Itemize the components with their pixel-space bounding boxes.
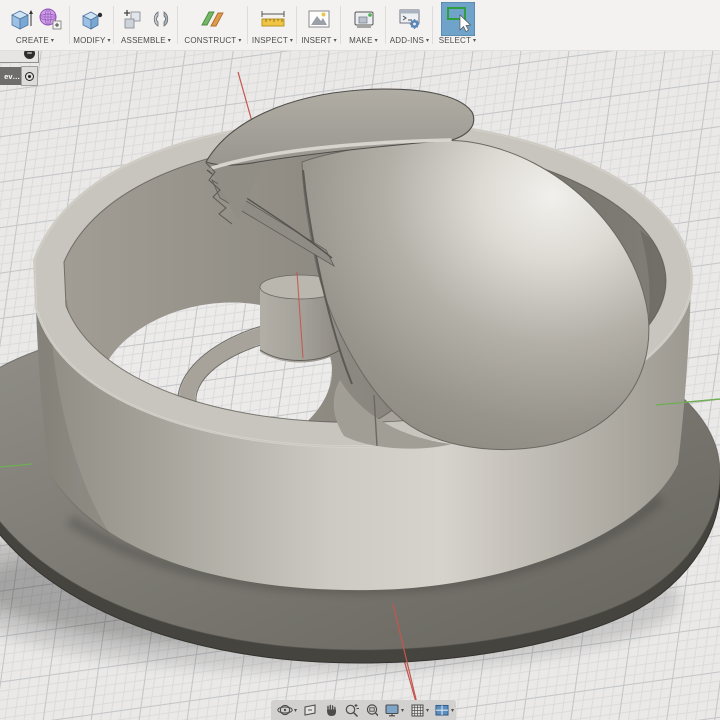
chevron-down-icon: ▾ xyxy=(107,38,111,44)
chevron-down-icon: ▾ xyxy=(401,707,405,714)
fusion360-window: CREATE▾ MODIFY▾ ASSEMBLE▾ CONSTRUCT▾ xyxy=(0,0,720,720)
joint-icon[interactable] xyxy=(149,6,173,32)
toolbar-group-create[interactable]: CREATE ▾ xyxy=(0,0,70,50)
display-settings-icon xyxy=(385,704,399,717)
form-sphere-icon[interactable] xyxy=(37,6,63,32)
zoom-button[interactable] xyxy=(342,701,362,719)
browser-row: ev… xyxy=(0,66,38,86)
create-label: CREATE xyxy=(15,36,49,45)
modify-label: MODIFY xyxy=(73,36,106,45)
chevron-down-icon: ▾ xyxy=(167,38,171,44)
pan-hand-icon xyxy=(327,704,337,716)
chevron-down-icon: ▾ xyxy=(289,38,294,44)
toolbar-group-addins[interactable]: ADD-INS ▾ xyxy=(386,0,433,50)
toolbar-group-assemble[interactable]: ASSEMBLE ▾ xyxy=(114,0,178,50)
nav-group-display: ▾ ▾ ▾ xyxy=(378,700,456,720)
construction-plane-icon[interactable] xyxy=(199,6,227,32)
new-component-icon[interactable] xyxy=(120,6,146,32)
toolbar-group-construct[interactable]: CONSTRUCT ▾ xyxy=(178,0,248,50)
toolbar-group-inspect[interactable]: INSPECT ▾ xyxy=(248,0,297,50)
zoom-icon xyxy=(345,704,360,718)
grid-layout-button[interactable]: ▾ xyxy=(407,701,431,719)
nav-group-camera: ▾ ▾ xyxy=(271,700,385,720)
model-spiral-cup xyxy=(0,88,720,720)
look-at-button[interactable] xyxy=(300,701,320,719)
toolbar-group-insert[interactable]: INSERT ▾ xyxy=(297,0,341,50)
display-settings-button[interactable]: ▾ xyxy=(382,701,406,719)
press-pull-icon[interactable] xyxy=(79,6,105,32)
chevron-down-icon: ▾ xyxy=(294,707,298,714)
chevron-down-icon: ▾ xyxy=(473,38,477,44)
chevron-down-icon: ▾ xyxy=(374,38,378,44)
inspect-label: INSPECT xyxy=(251,36,288,45)
select-cursor-icon[interactable] xyxy=(440,2,475,36)
select-label: SELECT xyxy=(438,36,472,45)
print-3d-icon[interactable] xyxy=(351,6,377,32)
measure-icon[interactable] xyxy=(259,6,287,32)
toolbar-group-modify[interactable]: MODIFY ▾ xyxy=(70,0,114,50)
orbit-icon xyxy=(277,704,293,716)
radio-dot-icon xyxy=(25,71,34,81)
chevron-down-icon: ▾ xyxy=(426,38,430,44)
solid-box-icon[interactable] xyxy=(8,6,34,32)
grid-layout-icon xyxy=(411,704,424,717)
orbit-button[interactable]: ▾ xyxy=(275,701,299,719)
look-at-icon xyxy=(304,704,316,716)
chevron-down-icon: ▾ xyxy=(451,707,455,714)
chevron-down-icon: ▾ xyxy=(238,38,242,44)
radio-dot-button[interactable] xyxy=(21,66,38,86)
viewports-icon xyxy=(435,704,449,716)
browser-row-label[interactable]: ev… xyxy=(0,67,21,85)
main-toolbar: CREATE▾ MODIFY▾ ASSEMBLE▾ CONSTRUCT▾ xyxy=(0,0,720,51)
viewport-3d[interactable] xyxy=(0,0,720,720)
scripts-addins-icon[interactable] xyxy=(397,6,423,32)
addins-label: ADD-INS xyxy=(389,36,425,45)
viewports-button[interactable]: ▾ xyxy=(432,701,456,719)
assemble-label: ASSEMBLE xyxy=(121,36,166,45)
insert-image-icon[interactable] xyxy=(306,6,332,32)
make-label: MAKE xyxy=(349,36,373,45)
chevron-down-icon: ▾ xyxy=(426,707,430,714)
toolbar-group-make[interactable]: MAKE ▾ xyxy=(341,0,386,50)
chevron-down-icon: ▾ xyxy=(50,38,55,44)
toolbar-group-select[interactable]: SELECT ▾ xyxy=(433,0,482,50)
insert-label: INSERT xyxy=(301,36,332,45)
construct-label: CONSTRUCT xyxy=(184,36,237,45)
pan-button[interactable] xyxy=(321,701,341,719)
chevron-down-icon: ▾ xyxy=(333,38,337,44)
